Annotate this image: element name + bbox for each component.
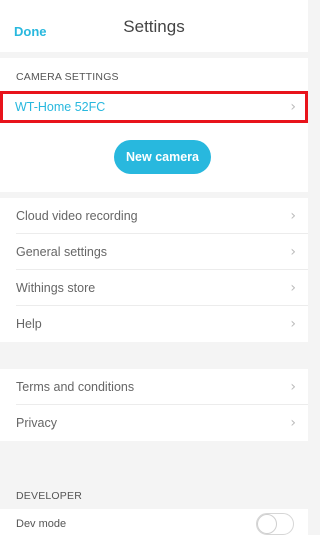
new-camera-button[interactable]: New camera [114, 140, 211, 174]
chevron-right-icon: › [290, 379, 296, 395]
header-bar: Done Settings [0, 0, 308, 52]
dev-mode-toggle[interactable] [256, 513, 294, 535]
menu-item-withings-store[interactable]: Withings store › [0, 270, 308, 306]
chevron-right-icon: › [290, 244, 296, 260]
menu-item-privacy[interactable]: Privacy › [0, 405, 308, 441]
menu-item-label: Withings store [16, 281, 96, 295]
chevron-right-icon: › [290, 280, 296, 296]
camera-settings-label: CAMERA SETTINGS [16, 71, 119, 83]
chevron-right-icon: › [290, 415, 296, 431]
chevron-right-icon: › [290, 316, 296, 332]
menu-item-label: Privacy [16, 416, 57, 430]
menu-item-cloud-video-recording[interactable]: Cloud video recording › [0, 198, 308, 234]
menu-item-terms-and-conditions[interactable]: Terms and conditions › [0, 369, 308, 405]
menu-item-label: General settings [16, 245, 108, 259]
dev-mode-label: Dev mode [16, 518, 67, 530]
menu-item-help[interactable]: Help › [0, 306, 308, 342]
toggle-knob [257, 514, 277, 534]
menu-item-general-settings[interactable]: General settings › [0, 234, 308, 270]
developer-label: DEVELOPER [16, 490, 82, 502]
chevron-right-icon: › [290, 208, 296, 224]
camera-row-wt-home-52fc[interactable]: WT-Home 52FC › [0, 91, 308, 123]
menu-item-label: Cloud video recording [16, 209, 138, 223]
menu-item-label: Help [16, 317, 42, 331]
dev-mode-row: Dev mode [0, 509, 308, 535]
settings-screen: Done Settings CAMERA SETTINGS WT-Home 52… [0, 0, 308, 535]
menu-item-label: Terms and conditions [16, 380, 135, 394]
page-title: Settings [123, 17, 185, 36]
chevron-right-icon: › [290, 99, 296, 115]
camera-name: WT-Home 52FC [15, 100, 106, 114]
